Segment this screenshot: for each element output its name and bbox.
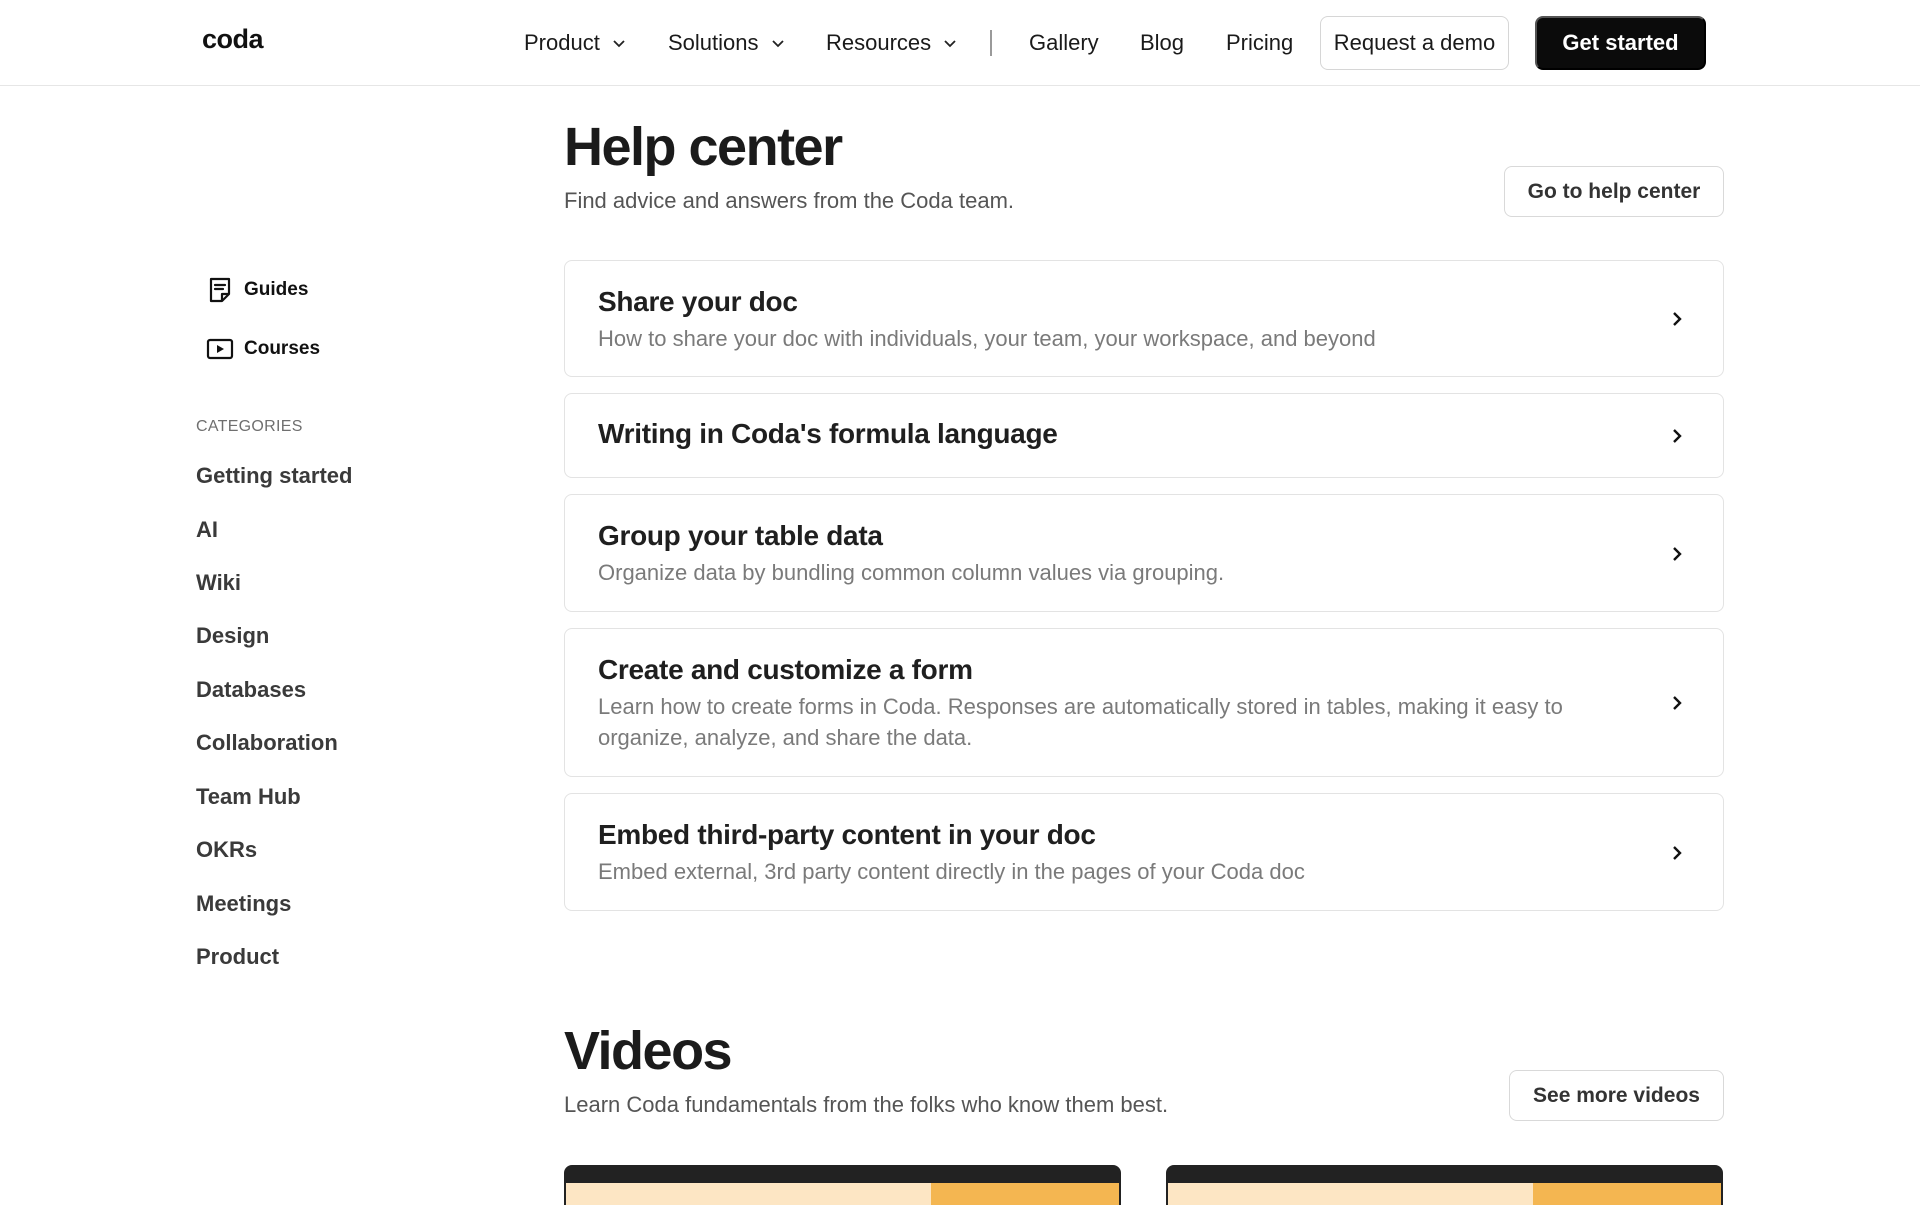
nav-gallery[interactable]: Gallery (1029, 28, 1099, 58)
article-card-share-doc[interactable]: Share your doc How to share your doc wit… (564, 260, 1724, 377)
article-description: Learn how to create forms in Coda. Respo… (598, 694, 1563, 750)
chevron-right-icon (1673, 429, 1682, 443)
request-demo-button[interactable]: Request a demo (1320, 16, 1509, 70)
play-icon (206, 338, 234, 360)
article-description: Organize data by bundling common column … (598, 560, 1225, 585)
nav-solutions-label: Solutions (668, 30, 759, 55)
nav-pricing[interactable]: Pricing (1226, 28, 1293, 58)
article-title: Group your table data (598, 520, 883, 551)
article-card-group-table-data[interactable]: Group your table data Organize data by b… (564, 494, 1724, 612)
help-center-subtitle: Find advice and answers from the Coda te… (564, 188, 1015, 213)
nav-product[interactable]: Product (524, 28, 626, 58)
category-getting-started[interactable]: Getting started (196, 463, 352, 489)
videos-title: Videos (564, 1021, 733, 1081)
article-card-formula-language[interactable]: Writing in Coda's formula language (564, 393, 1724, 478)
category-ai[interactable]: AI (196, 517, 218, 543)
chevron-right-icon (1673, 312, 1682, 326)
article-title: Share your doc (598, 286, 798, 317)
article-title: Embed third-party content in your doc (598, 819, 1096, 850)
go-to-help-center-button[interactable]: Go to help center (1504, 166, 1724, 217)
nav-product-label: Product (524, 30, 600, 55)
sidebar-link-label: Guides (244, 279, 309, 300)
guide-icon (209, 277, 231, 303)
video-thumbnail[interactable] (564, 1165, 1121, 1205)
nav-solutions[interactable]: Solutions (668, 28, 785, 58)
article-title: Create and customize a form (598, 654, 973, 685)
article-card-embed-content[interactable]: Embed third-party content in your doc Em… (564, 793, 1724, 911)
sidebar-link-guides[interactable]: Guides (206, 276, 308, 304)
category-team-hub[interactable]: Team Hub (196, 784, 301, 810)
chevron-right-icon (1673, 846, 1682, 860)
category-product[interactable]: Product (196, 944, 279, 970)
article-title: Writing in Coda's formula language (598, 418, 1058, 449)
help-center-title: Help center (564, 117, 843, 177)
sidebar-link-label: Courses (244, 338, 321, 359)
video-thumbnail[interactable] (1166, 1165, 1723, 1205)
article-description: How to share your doc with individuals, … (598, 326, 1376, 351)
nav-blog[interactable]: Blog (1140, 28, 1184, 58)
see-more-videos-button[interactable]: See more videos (1509, 1070, 1724, 1121)
nav-resources-label: Resources (826, 30, 932, 55)
nav-resources[interactable]: Resources (826, 28, 957, 58)
article-card-create-form[interactable]: Create and customize a form Learn how to… (564, 628, 1724, 777)
chevron-down-icon (613, 40, 625, 48)
top-navigation: coda Product Solutions Resources Gallery… (0, 0, 1920, 86)
coda-logo[interactable]: coda (202, 24, 264, 55)
chevron-right-icon (1673, 696, 1682, 710)
category-databases[interactable]: Databases (196, 677, 306, 703)
categories-heading: CATEGORIES (196, 418, 303, 435)
videos-subtitle: Learn Coda fundamentals from the folks w… (564, 1092, 1169, 1117)
article-description: Embed external, 3rd party content direct… (598, 859, 1305, 884)
sidebar-link-courses[interactable]: Courses (206, 335, 320, 363)
category-wiki[interactable]: Wiki (196, 570, 241, 596)
nav-divider (990, 30, 992, 56)
category-meetings[interactable]: Meetings (196, 891, 291, 917)
chevron-right-icon (1673, 547, 1682, 561)
chevron-down-icon (944, 40, 956, 48)
category-okrs[interactable]: OKRs (196, 837, 257, 863)
category-design[interactable]: Design (196, 623, 269, 649)
category-collaboration[interactable]: Collaboration (196, 730, 338, 756)
get-started-button[interactable]: Get started (1535, 16, 1706, 70)
chevron-down-icon (771, 40, 784, 48)
